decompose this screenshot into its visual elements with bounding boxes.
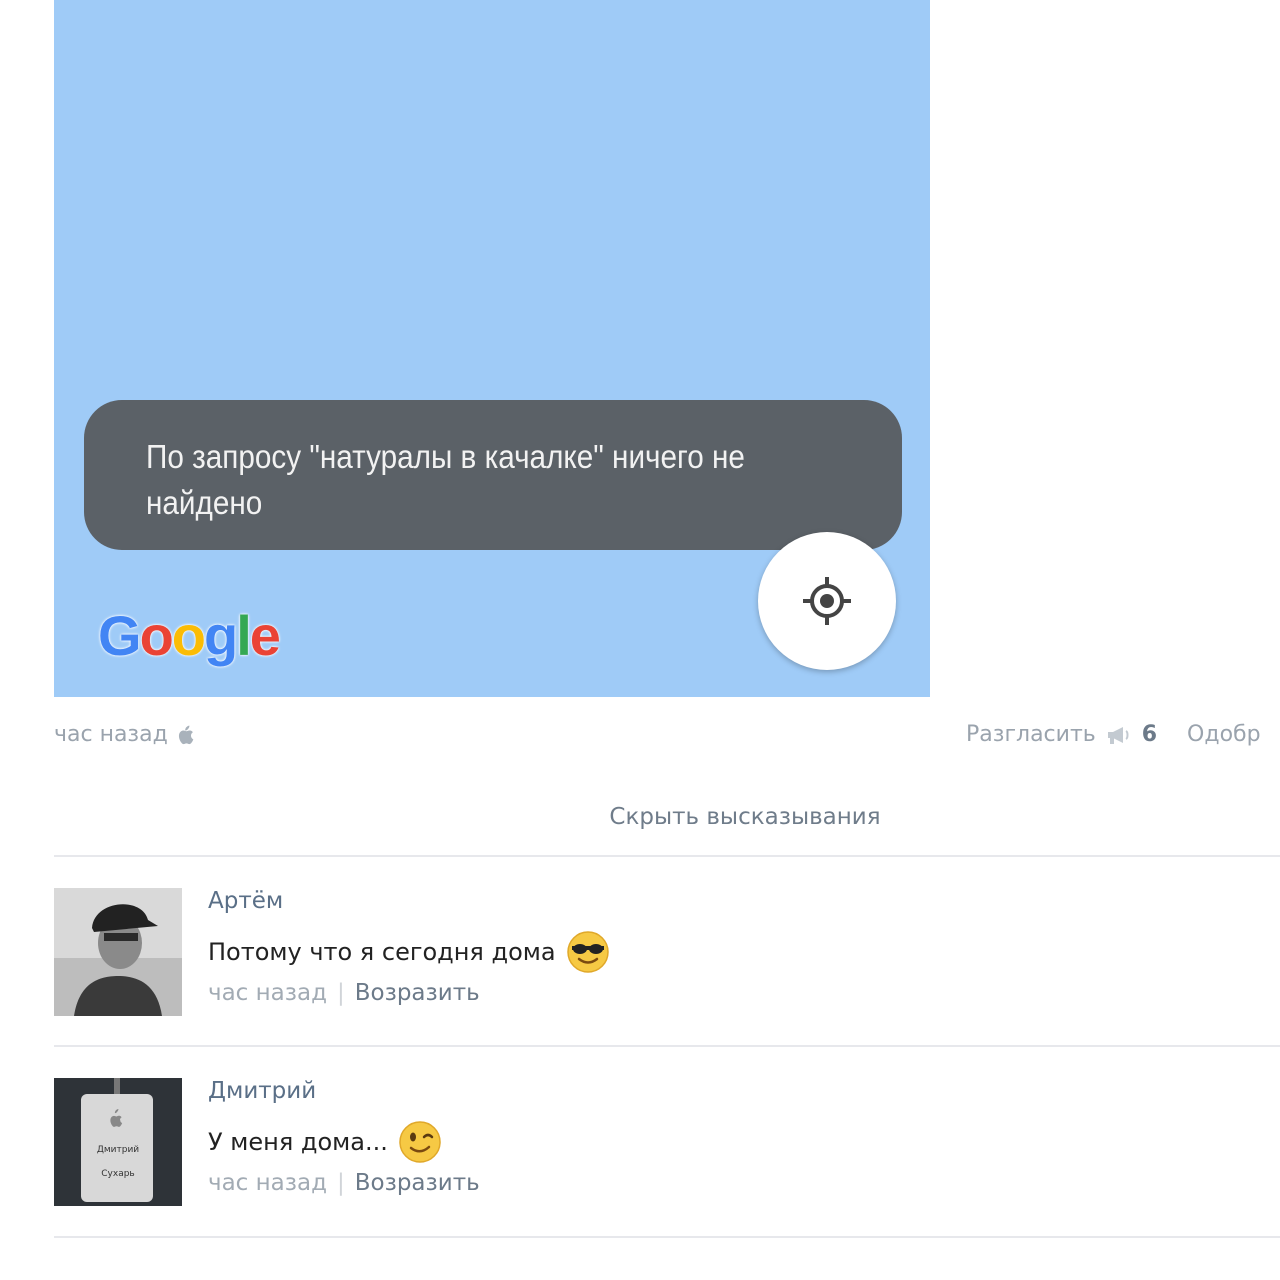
like-button[interactable]: Одобр (1187, 722, 1261, 747)
sunglasses-face-icon (566, 931, 609, 973)
divider (54, 1236, 1280, 1238)
reply-button[interactable]: Возразить (355, 1170, 480, 1196)
google-logo-l: l (236, 604, 252, 667)
separator: | (337, 1170, 345, 1196)
avatar-photo (54, 888, 182, 1016)
post-image[interactable]: По запросу "натуралы в качалке" ничего н… (54, 0, 930, 697)
divider (54, 855, 1280, 857)
comment-time[interactable]: час назад (208, 1170, 327, 1196)
avatar[interactable]: Дмитрий Сухарь (54, 1078, 182, 1206)
comment-actions: час назад | Возразить (208, 980, 610, 1006)
google-logo: Google (98, 603, 281, 668)
post-actions: Разгласить 6 Одобр (966, 722, 1261, 747)
avatar[interactable] (54, 888, 182, 1016)
comment-text: У меня дома... (208, 1114, 480, 1170)
apple-icon (178, 725, 194, 744)
comment-text: Потому что я сегодня дома (208, 924, 610, 980)
my-location-button[interactable] (758, 532, 896, 670)
comment-time[interactable]: час назад (208, 980, 327, 1006)
comment-text-content: Потому что я сегодня дома (208, 938, 556, 966)
google-logo-o1: o (139, 604, 174, 667)
google-logo-o2: o (171, 604, 206, 667)
google-logo-g1: G (98, 604, 142, 667)
comment: Артём Потому что я сегодня дома час наза… (54, 888, 1280, 1028)
winking-face-icon (399, 1121, 441, 1163)
crosshair-icon (803, 577, 851, 625)
comment-actions: час назад | Возразить (208, 1170, 480, 1196)
badge-line-1: Дмитрий (96, 1145, 140, 1155)
reply-button[interactable]: Возразить (355, 980, 480, 1006)
divider (54, 1045, 1280, 1047)
snackbar: По запросу "натуралы в качалке" ничего н… (84, 400, 902, 550)
post-time[interactable]: час назад (54, 722, 168, 747)
comment-author[interactable]: Артём (208, 888, 610, 924)
avatar-badge-photo (54, 1078, 182, 1206)
comment-author[interactable]: Дмитрий (208, 1078, 480, 1114)
google-logo-g2: g (204, 604, 238, 667)
comment-text-content: У меня дома... (208, 1128, 388, 1156)
share-count: 6 (1141, 722, 1158, 747)
share-button[interactable]: Разгласить (966, 722, 1096, 747)
badge-text: Дмитрий Сухарь (54, 1144, 182, 1180)
post-meta: час назад (54, 722, 194, 747)
comment-body: Артём Потому что я сегодня дома час наза… (208, 888, 610, 1006)
badge-line-2: Сухарь (101, 1169, 135, 1179)
comment-body: Дмитрий У меня дома... час назад | Возра… (208, 1078, 480, 1196)
megaphone-icon (1107, 726, 1129, 744)
comment: Дмитрий Сухарь Дмитрий У меня дома... ча… (54, 1078, 1280, 1218)
hide-comments-link[interactable]: Скрыть высказывания (0, 804, 1280, 830)
separator: | (337, 980, 345, 1006)
snackbar-message: По запросу "натуралы в качалке" ничего н… (146, 438, 745, 521)
google-logo-e: e (249, 604, 281, 667)
